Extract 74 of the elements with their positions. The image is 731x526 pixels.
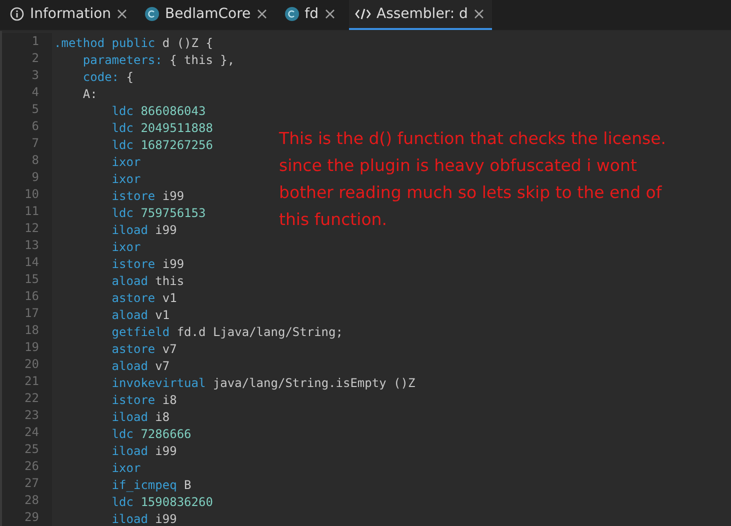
line-number: 27	[24, 475, 39, 492]
line-number: 11	[24, 203, 39, 220]
line-number: 14	[24, 254, 39, 271]
close-icon[interactable]	[474, 9, 484, 19]
line-number: 22	[24, 390, 39, 407]
editor-tab[interactable]: BedlamCore	[141, 0, 275, 30]
annotation-text: bother reading much so lets skip to the end of	[279, 183, 662, 202]
code-line: astore v7	[110, 342, 177, 356]
editor-tab[interactable]: fd	[280, 0, 342, 30]
line-number: 16	[24, 288, 39, 305]
line-number: 26	[24, 458, 39, 475]
code-line: if_icmpeq B	[110, 478, 192, 492]
line-number: 4	[30, 84, 39, 101]
line-number: 28	[24, 492, 39, 509]
code-line: ldc 866086043	[110, 104, 206, 118]
line-number: 24	[24, 424, 39, 441]
code-line: iload i99	[110, 444, 177, 458]
close-icon[interactable]	[256, 9, 267, 19]
line-number: 1	[30, 33, 39, 50]
code-line: istore i99	[110, 189, 184, 203]
line-number: 5	[30, 101, 39, 118]
line-number: 8	[30, 152, 39, 169]
class-icon	[284, 7, 299, 21]
line-number: 13	[24, 237, 39, 254]
class-icon	[145, 7, 160, 21]
line-number: 25	[24, 441, 39, 458]
line-number: 10	[24, 186, 39, 203]
code-line: iload i99	[110, 512, 177, 526]
code-line: ldc 2049511888	[110, 121, 213, 135]
line-number: 12	[24, 220, 39, 237]
code-line: ixor	[110, 461, 141, 475]
code-line: ldc 759756153	[110, 206, 206, 220]
close-icon[interactable]	[117, 9, 128, 19]
code-icon	[354, 8, 370, 20]
line-number: 17	[24, 305, 39, 322]
code-line: aload this	[110, 274, 184, 288]
code-line: A:	[82, 87, 98, 101]
code-line: istore i99	[110, 257, 184, 271]
code-line: aload v1	[110, 308, 170, 322]
code-line: .method public d ()Z {	[54, 36, 213, 50]
line-number: 9	[30, 169, 39, 186]
code-line: istore i8	[110, 393, 177, 407]
code-line: aload v7	[110, 359, 170, 373]
line-number: 7	[30, 135, 39, 152]
code-line: ldc 7286666	[110, 427, 192, 441]
line-number: 21	[24, 373, 39, 390]
code-line: iload i99	[110, 223, 177, 237]
code-line: ixor	[110, 172, 141, 186]
line-number: 20	[24, 356, 39, 373]
line-number: 3	[30, 67, 39, 84]
annotation-text: this function.	[279, 210, 387, 229]
line-number: 18	[24, 322, 39, 339]
info-icon	[10, 7, 24, 21]
code-line: getfield fd.d Ljava/lang/String;	[110, 325, 343, 339]
editor-tab[interactable]: Assembler: d	[348, 0, 492, 30]
code-line: iload i8	[110, 410, 170, 424]
editor-tab[interactable]: Information	[6, 0, 136, 30]
annotation-text: since the plugin is heavy obfuscated i wont	[279, 156, 637, 175]
line-number: 2	[30, 50, 39, 67]
code-line: ldc 1687267256	[110, 138, 213, 152]
code-line: ldc 1590836260	[110, 495, 213, 509]
line-number: 29	[24, 509, 39, 526]
line-number: 23	[24, 407, 39, 424]
code-line: parameters: { this },	[82, 53, 235, 67]
line-number: 15	[24, 271, 39, 288]
code-line: ixor	[110, 240, 141, 254]
annotation-text: This is the d() function that checks the license.	[279, 129, 666, 148]
code-line: code: {	[82, 70, 134, 84]
code-line: ixor	[110, 155, 141, 169]
close-icon[interactable]	[324, 9, 334, 19]
code-line: astore v1	[110, 291, 177, 305]
line-number: 6	[30, 118, 39, 135]
code-line: invokevirtual java/lang/String.isEmpty ()Z	[110, 376, 416, 390]
line-number: 19	[24, 339, 39, 356]
